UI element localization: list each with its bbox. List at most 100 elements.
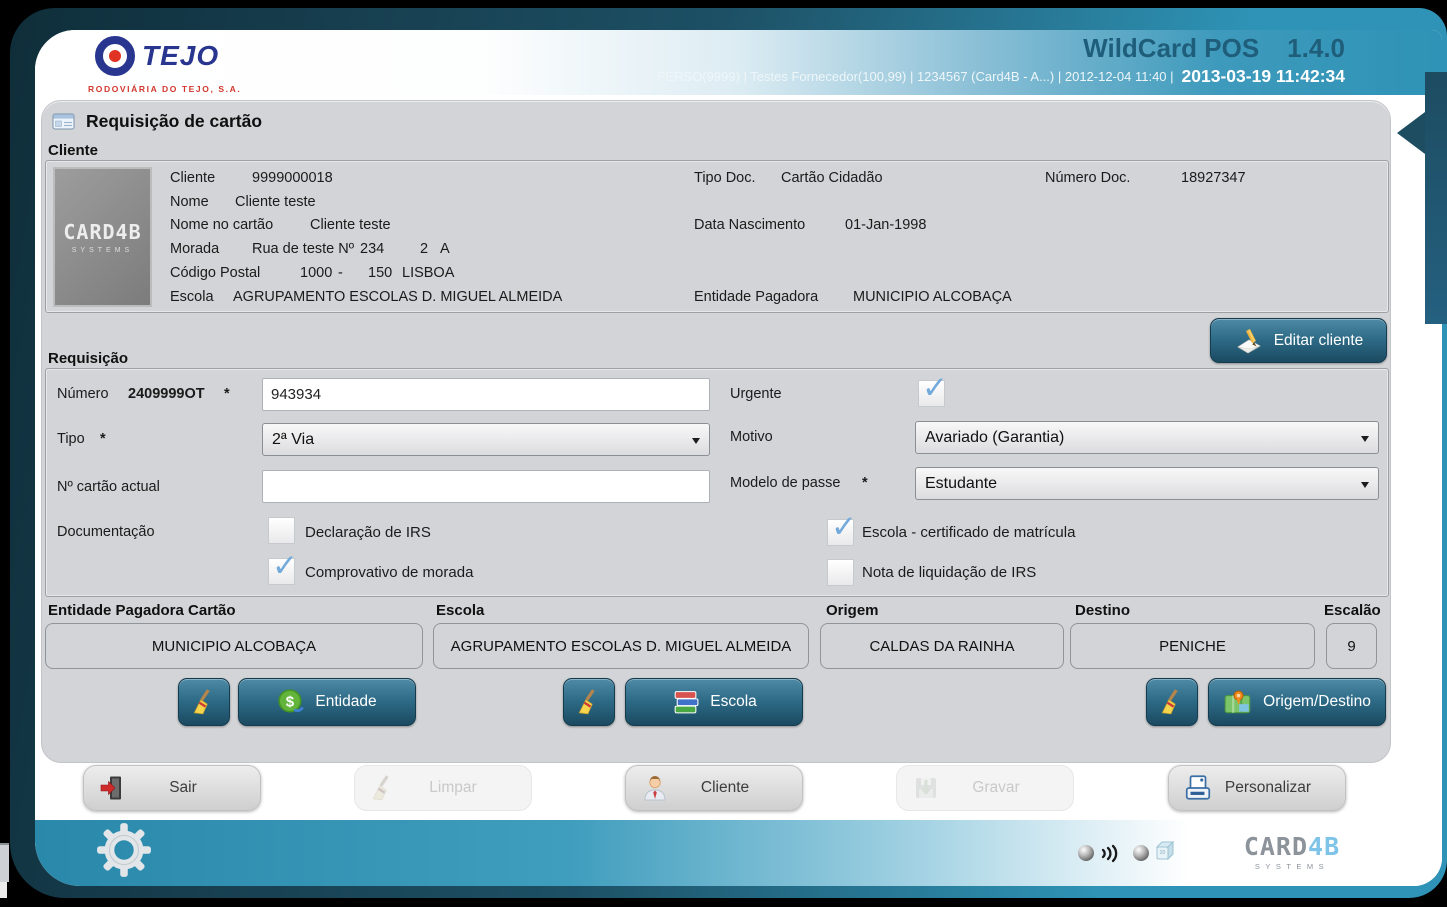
numero-doc-value: 18927347 — [1181, 170, 1246, 186]
broom-icon — [1158, 688, 1186, 716]
cp2-value: 150 — [368, 265, 392, 281]
cliente-label: Cliente — [170, 170, 215, 186]
numero-required-mark: * — [224, 386, 230, 402]
limpar-button[interactable]: Limpar — [354, 765, 532, 811]
motivo-select[interactable]: Avariado (Garantia) — [915, 421, 1379, 454]
exit-door-icon — [98, 774, 128, 802]
personalizar-button[interactable]: Personalizar — [1168, 765, 1346, 811]
status-led-1 — [1078, 845, 1094, 861]
escola-label: Escola — [170, 289, 214, 305]
svg-text:20: 20 — [1160, 850, 1166, 856]
clear-escola-button[interactable] — [563, 678, 615, 726]
limpar-label: Limpar — [397, 779, 531, 797]
background-window-fragment — [0, 843, 9, 882]
gravar-label: Gravar — [941, 779, 1073, 797]
morada-label: Morada — [170, 241, 219, 257]
motivo-value: Avariado (Garantia) — [925, 429, 1064, 447]
side-tab-arrow-icon — [1397, 112, 1425, 154]
receipt-printer-icon: 20 — [1152, 838, 1178, 864]
chevron-down-icon — [1361, 436, 1369, 442]
doc-checkbox-comprovativo-morada[interactable] — [268, 558, 295, 585]
escola-display: AGRUPAMENTO ESCOLAS D. MIGUEL ALMEIDA — [433, 623, 809, 669]
map-pin-icon — [1223, 688, 1253, 716]
motivo-label: Motivo — [730, 429, 773, 445]
cliente-value: 9999000018 — [252, 170, 333, 186]
nome-value: Cliente teste — [235, 194, 316, 210]
numero-label: Número — [57, 386, 109, 402]
signal-waves-icon — [1098, 840, 1124, 866]
sair-button[interactable]: Sair — [83, 765, 261, 811]
dollar-icon: $ — [277, 688, 305, 716]
data-nascimento-label: Data Nascimento — [694, 217, 805, 233]
modelo-required-mark: * — [862, 475, 868, 491]
tipo-doc-value: Cartão Cidadão — [781, 170, 883, 186]
doc-checkbox-nota-liquidacao[interactable] — [827, 559, 854, 586]
broom-icon — [575, 688, 603, 716]
morada-andar: 2 — [420, 241, 428, 257]
ncartao-input[interactable] — [262, 470, 710, 503]
escola-value: AGRUPAMENTO ESCOLAS D. MIGUEL ALMEIDA — [233, 289, 562, 305]
origem-destino-button[interactable]: Origem/Destino — [1208, 678, 1386, 726]
resumo-escalao-label: Escalão — [1324, 602, 1381, 619]
card-request-icon — [52, 113, 75, 130]
card-printer-icon — [1183, 773, 1213, 803]
modelo-select[interactable]: Estudante — [915, 467, 1379, 500]
session-info: PERSO(9999) | Testes Fornecedor(100,99) … — [657, 69, 1174, 84]
resumo-origem-label: Origem — [826, 602, 879, 619]
requisicao-section-label: Requisição — [48, 350, 128, 367]
client-photo: CARD4B SYSTEMS — [53, 167, 152, 307]
tipo-required-mark: * — [100, 431, 106, 447]
tipo-doc-label: Tipo Doc. — [694, 170, 756, 186]
morada-rua: Rua de teste Nº — [252, 241, 354, 257]
morada-numero: 234 — [360, 241, 384, 257]
person-icon — [640, 773, 670, 803]
app-title: WildCard POS1.4.0 — [850, 33, 1345, 64]
edit-pencil-icon — [1234, 327, 1264, 355]
origem-destino-button-label: Origem/Destino — [1263, 693, 1371, 711]
personalizar-label: Personalizar — [1213, 779, 1345, 797]
nome-label: Nome — [170, 194, 209, 210]
codigo-postal-label: Código Postal — [170, 265, 260, 281]
modelo-label: Modelo de passe — [730, 475, 840, 491]
brand-logo-icon — [95, 36, 135, 76]
footer-band — [35, 820, 1442, 886]
ncartao-label: Nº cartão actual — [57, 479, 160, 495]
escola-button[interactable]: Escola — [625, 678, 803, 726]
documentacao-label: Documentação — [57, 524, 155, 540]
clear-entidade-button[interactable] — [178, 678, 230, 726]
origem-display: CALDAS DA RAINHA — [820, 623, 1064, 669]
doc-label-certificado-matricula: Escola - certificado de matrícula — [862, 524, 1075, 541]
books-icon — [671, 689, 700, 716]
screen: TEJO RODOVIÁRIA DO TEJO, S.A. WildCard P… — [0, 0, 1447, 907]
side-tab-handle[interactable] — [1425, 72, 1447, 324]
tipo-select[interactable]: 2ª Via — [262, 423, 710, 456]
tipo-label: Tipo — [57, 431, 85, 447]
clock: 2013-03-19 11:42:34 — [1182, 66, 1345, 86]
resumo-entidade-label: Entidade Pagadora Cartão — [48, 602, 236, 619]
session-bar: PERSO(9999) | Testes Fornecedor(100,99) … — [500, 66, 1345, 87]
edit-client-button[interactable]: Editar cliente — [1210, 318, 1387, 363]
nome-cartao-label: Nome no cartão — [170, 217, 273, 233]
urgente-checkbox[interactable] — [918, 380, 945, 407]
gravar-button[interactable]: Gravar — [896, 765, 1074, 811]
numero-input[interactable] — [262, 378, 710, 411]
status-led-2 — [1133, 845, 1149, 861]
cp-cidade: LISBOA — [402, 265, 454, 281]
entidade-button-label: Entidade — [315, 693, 376, 711]
broom-icon — [369, 774, 397, 802]
doc-label-declaracao-irs: Declaração de IRS — [305, 524, 431, 541]
cp1-value: 1000 — [300, 265, 332, 281]
chevron-down-icon — [1361, 482, 1369, 488]
entidade-pagadora-label: Entidade Pagadora — [694, 289, 818, 305]
chevron-down-icon — [692, 438, 700, 444]
page-title: Requisição de cartão — [86, 111, 262, 132]
app-version: 1.4.0 — [1287, 33, 1345, 63]
doc-checkbox-certificado-matricula[interactable] — [827, 519, 854, 546]
doc-checkbox-declaracao-irs[interactable] — [268, 517, 295, 544]
cliente-button[interactable]: Cliente — [625, 765, 803, 811]
nome-cartao-value: Cliente teste — [310, 217, 391, 233]
numero-doc-label: Número Doc. — [1045, 170, 1130, 186]
entidade-button[interactable]: $ Entidade — [238, 678, 416, 726]
settings-gear-icon[interactable] — [96, 822, 152, 883]
clear-origem-destino-button[interactable] — [1146, 678, 1198, 726]
